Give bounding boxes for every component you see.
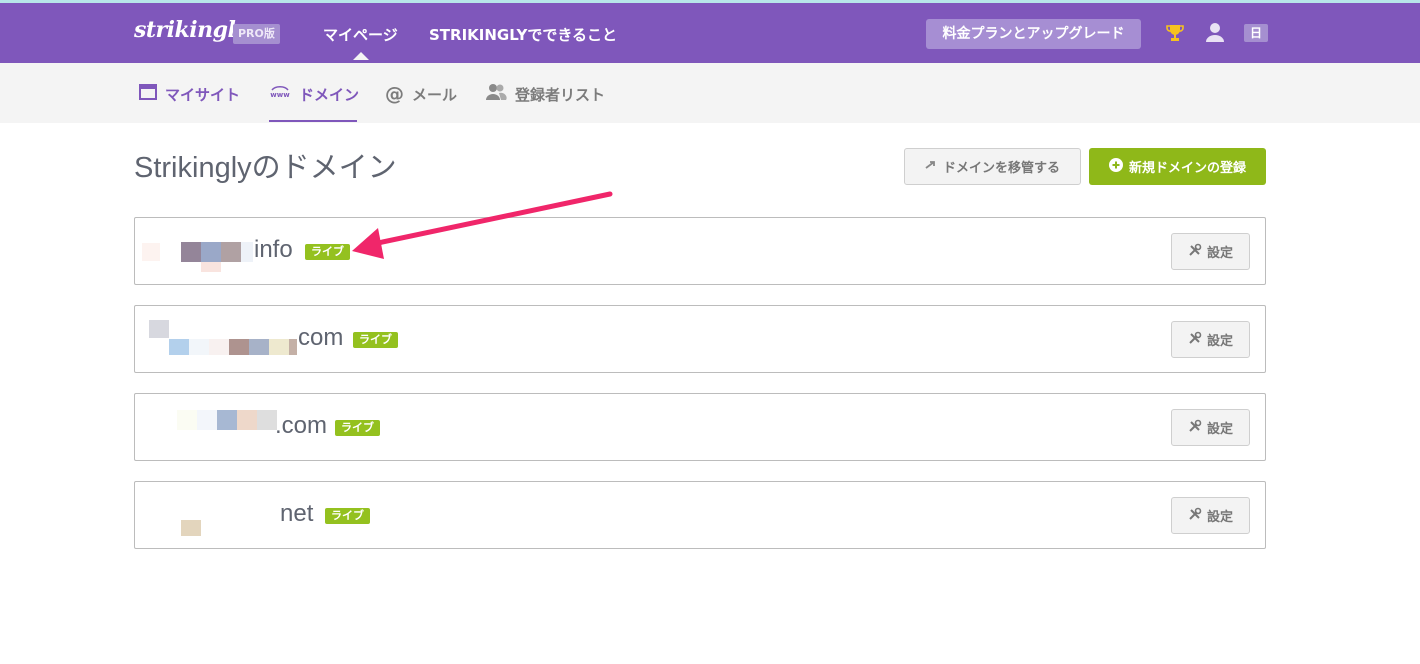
nav-mypage[interactable]: マイページ xyxy=(323,24,398,45)
redacted-pixel xyxy=(241,242,253,262)
redacted-pixel xyxy=(189,339,209,355)
domain-row: net ライブ 設定 xyxy=(134,481,1266,549)
subnav-mysite-label: マイサイト xyxy=(165,85,241,104)
redacted-pixel xyxy=(269,339,289,355)
redacted-pixel xyxy=(149,320,169,338)
transfer-domain-label: ドメインを移管する xyxy=(942,161,1060,176)
domain-name[interactable]: com xyxy=(298,324,343,352)
redacted-pixel xyxy=(209,339,229,355)
settings-button[interactable]: 設定 xyxy=(1171,497,1250,534)
redacted-pixel xyxy=(237,410,257,430)
status-badge: ライブ xyxy=(305,244,350,260)
www-icon: www xyxy=(269,84,291,104)
redacted-pixel xyxy=(229,339,249,355)
domain-name[interactable]: .com xyxy=(275,412,327,440)
tools-icon xyxy=(1188,507,1202,525)
subnav-mail-label: メール xyxy=(412,85,458,104)
redacted-pixel xyxy=(217,410,237,430)
domain-row: info ライブ 設定 xyxy=(134,217,1266,285)
sub-navigation: マイサイト www ドメイン @ メール 登録者リスト xyxy=(0,63,1420,123)
domain-name[interactable]: net xyxy=(280,500,313,528)
user-icon[interactable] xyxy=(1204,21,1226,43)
people-icon xyxy=(485,83,507,105)
subnav-domain-label: ドメイン xyxy=(299,85,360,104)
redacted-pixel xyxy=(201,262,221,272)
register-domain-label: 新規ドメインの登録 xyxy=(1128,161,1246,176)
redacted-pixel xyxy=(142,243,160,261)
upgrade-button[interactable]: 料金プランとアップグレード xyxy=(926,19,1141,49)
settings-button[interactable]: 設定 xyxy=(1171,321,1250,358)
domain-row: com ライブ 設定 xyxy=(134,305,1266,373)
redacted-pixel xyxy=(201,242,221,262)
settings-button[interactable]: 設定 xyxy=(1171,409,1250,446)
page-title: Strikinglyのドメイン xyxy=(134,152,397,184)
subnav-subscribers[interactable]: 登録者リスト xyxy=(485,83,605,105)
pro-badge: PRO版 xyxy=(233,24,280,44)
transfer-domain-button[interactable]: ドメインを移管する xyxy=(904,148,1081,185)
subnav-domain[interactable]: www ドメイン xyxy=(269,83,359,105)
redacted-pixel xyxy=(221,242,241,262)
redacted-pixel xyxy=(197,410,217,430)
tools-icon xyxy=(1188,331,1202,349)
status-badge: ライブ xyxy=(335,420,380,436)
browser-window-icon xyxy=(139,84,157,104)
redacted-pixel xyxy=(289,339,297,355)
language-badge[interactable]: 日 xyxy=(1244,24,1268,42)
register-domain-button[interactable]: 新規ドメインの登録 xyxy=(1089,148,1266,185)
redacted-pixel xyxy=(257,410,277,430)
domain-row: .com ライブ 設定 xyxy=(134,393,1266,461)
top-navigation-bar: strikingly PRO版 マイページ STRIKINGLYでできること 料… xyxy=(0,3,1420,63)
redacted-pixel xyxy=(249,339,269,355)
redacted-pixel xyxy=(177,410,197,430)
settings-label: 設定 xyxy=(1206,246,1233,261)
redacted-pixel xyxy=(181,242,201,262)
settings-label: 設定 xyxy=(1206,422,1233,437)
status-badge: ライブ xyxy=(353,332,398,348)
subnav-mail[interactable]: @ メール xyxy=(385,83,457,105)
settings-label: 設定 xyxy=(1206,510,1233,525)
subnav-subscribers-label: 登録者リスト xyxy=(515,85,606,104)
plus-circle-icon xyxy=(1108,157,1123,176)
nav-features[interactable]: STRIKINGLYでできること xyxy=(429,24,617,45)
redacted-pixel xyxy=(181,520,201,536)
tools-icon xyxy=(1188,419,1202,437)
arrow-right-icon xyxy=(925,159,937,174)
subnav-mysite[interactable]: マイサイト xyxy=(139,83,240,105)
tools-icon xyxy=(1188,243,1202,261)
active-tab-underline xyxy=(269,120,357,122)
settings-button[interactable]: 設定 xyxy=(1171,233,1250,270)
svg-text:www: www xyxy=(270,91,290,99)
active-nav-caret xyxy=(353,52,369,60)
status-badge: ライブ xyxy=(325,508,370,524)
strikingly-logo[interactable]: strikingly xyxy=(134,17,248,43)
at-icon: @ xyxy=(385,83,404,105)
domain-name[interactable]: info xyxy=(254,236,293,264)
trophy-icon[interactable] xyxy=(1164,22,1186,44)
settings-label: 設定 xyxy=(1206,334,1233,349)
redacted-pixel xyxy=(169,339,189,355)
